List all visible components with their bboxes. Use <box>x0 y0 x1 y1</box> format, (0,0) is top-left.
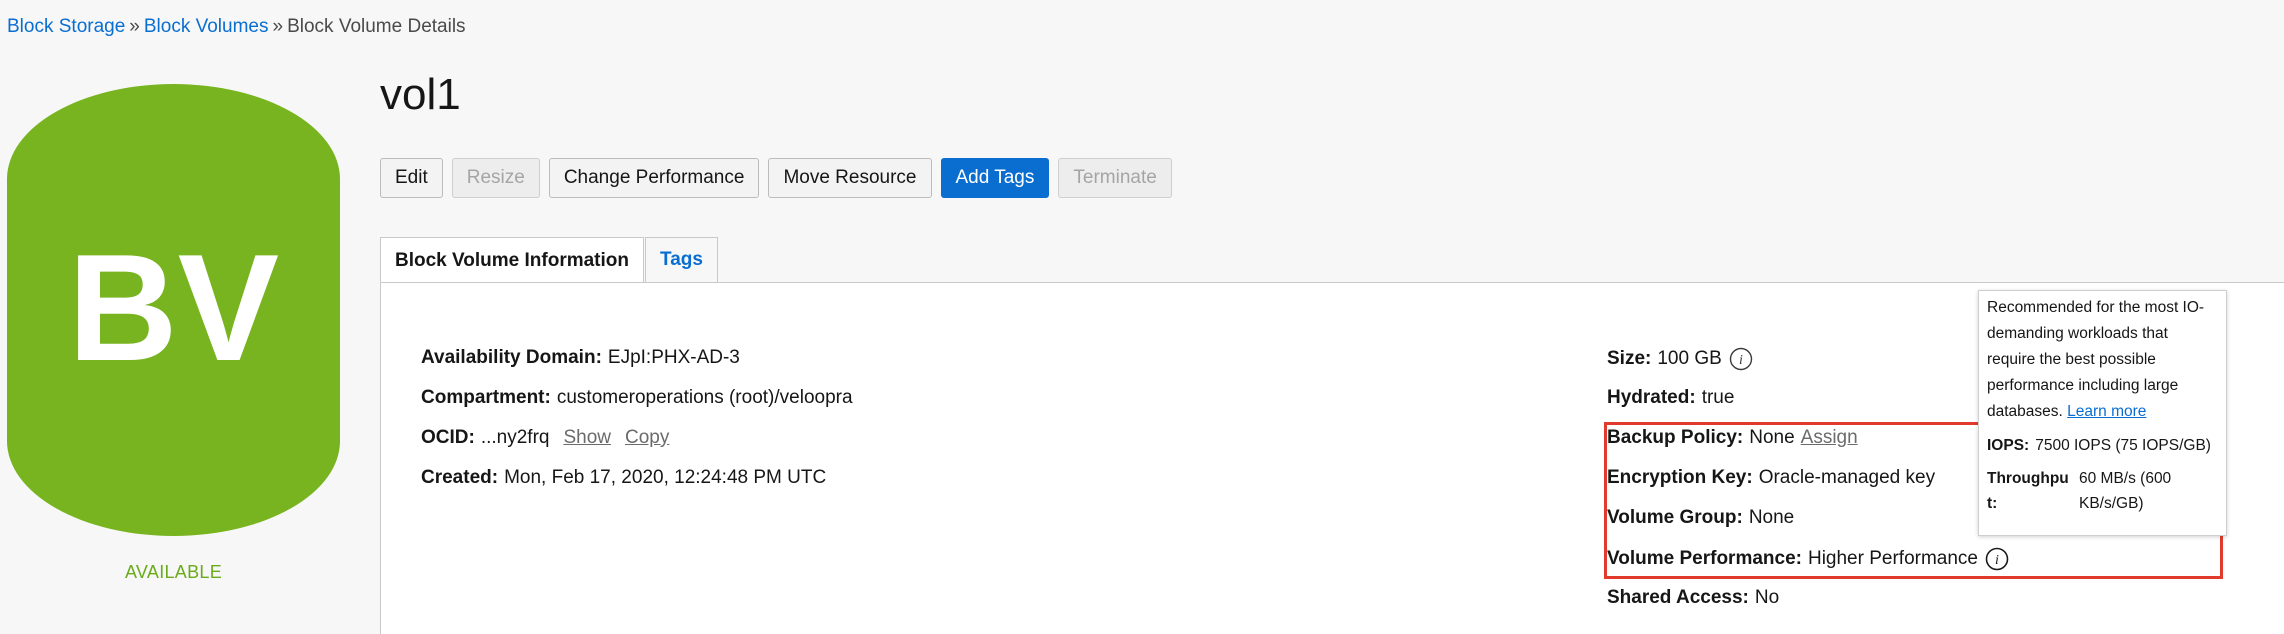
tab-block-volume-information[interactable]: Block Volume Information <box>380 237 645 283</box>
compartment-label: Compartment: <box>421 387 551 408</box>
shared-access-label: Shared Access: <box>1607 587 1749 608</box>
ocid-label: OCID: <box>421 427 475 448</box>
size-row: Size: 100 GB i <box>1607 347 1753 371</box>
add-tags-button[interactable]: Add Tags <box>940 158 1050 198</box>
size-label: Size: <box>1607 348 1652 369</box>
breadcrumb-current: Block Volume Details <box>287 16 466 37</box>
ocid-row: OCID: ...ny2frq Show Copy <box>421 427 669 449</box>
learn-more-link[interactable]: Learn more <box>2067 403 2146 420</box>
tooltip-throughput-label: Throughput: <box>1987 470 2069 512</box>
hydrated-row: Hydrated: true <box>1607 387 1734 409</box>
move-resource-button[interactable]: Move Resource <box>768 158 932 198</box>
breadcrumb-block-storage[interactable]: Block Storage <box>7 16 125 37</box>
availability-domain-row: Availability Domain: EJpI:PHX-AD-3 <box>421 347 740 369</box>
tooltip-iops-label: IOPS: <box>1987 437 2030 454</box>
compartment-row: Compartment: customeroperations (root)/v… <box>421 387 853 409</box>
change-performance-button[interactable]: Change Performance <box>548 158 760 198</box>
edit-button[interactable]: Edit <box>380 158 443 198</box>
availability-domain-label: Availability Domain: <box>421 347 602 368</box>
created-row: Created: Mon, Feb 17, 2020, 12:24:48 PM … <box>421 467 826 489</box>
tooltip-throughput-row: Throughput: 60 MB/s (600 KB/s/GB) <box>1987 466 2218 516</box>
breadcrumb: Block Storage» Block Volumes» Block Volume… <box>7 16 466 38</box>
breadcrumb-separator: » <box>129 16 140 37</box>
size-value: 100 GB <box>1657 348 1722 369</box>
hydrated-label: Hydrated: <box>1607 387 1696 408</box>
availability-domain-value: EJpI:PHX-AD-3 <box>607 347 740 368</box>
hydrated-value: true <box>1701 387 1735 408</box>
action-toolbar: Edit Resize Change Performance Move Reso… <box>380 158 1172 198</box>
detail-tabs: Block Volume Information Tags <box>380 237 718 283</box>
shared-access-value: No <box>1754 587 1780 608</box>
created-label: Created: <box>421 467 499 488</box>
shared-access-row: Shared Access: No <box>1607 587 1779 609</box>
tooltip-throughput-value: 60 MB/s (600 KB/s/GB) <box>2079 470 2172 512</box>
page-title: vol1 <box>380 70 461 119</box>
tooltip-iops-row: IOPS: 7500 IOPS (75 IOPS/GB) <box>1987 433 2218 458</box>
info-icon[interactable]: i <box>1729 347 1753 371</box>
resize-button[interactable]: Resize <box>451 158 540 198</box>
resource-initials: BV <box>68 223 279 393</box>
tab-tags[interactable]: Tags <box>645 237 718 282</box>
breadcrumb-separator: » <box>272 16 284 37</box>
svg-text:i: i <box>1739 353 1743 368</box>
compartment-value: customeroperations (root)/veloopra <box>556 387 853 408</box>
volume-performance-tooltip: Recommended for the most IO-demanding wo… <box>1978 290 2227 536</box>
terminate-button[interactable]: Terminate <box>1058 158 1172 198</box>
block-volume-details-page: Block Storage» Block Volumes» Block Volume… <box>0 0 2284 634</box>
tooltip-description: Recommended for the most IO-demanding wo… <box>1987 295 2218 425</box>
tooltip-iops-value: 7500 IOPS (75 IOPS/GB) <box>2035 437 2211 454</box>
copy-ocid-link[interactable]: Copy <box>625 427 669 449</box>
breadcrumb-block-volumes[interactable]: Block Volumes <box>144 16 269 37</box>
show-ocid-link[interactable]: Show <box>563 427 611 449</box>
status-label: AVAILABLE <box>124 562 223 582</box>
created-value: Mon, Feb 17, 2020, 12:24:48 PM UTC <box>504 467 827 488</box>
tooltip-description-text: Recommended for the most IO-demanding wo… <box>1987 299 2205 420</box>
block-volume-icon: BV <box>7 84 340 536</box>
ocid-value: ...ny2frq <box>480 427 550 448</box>
